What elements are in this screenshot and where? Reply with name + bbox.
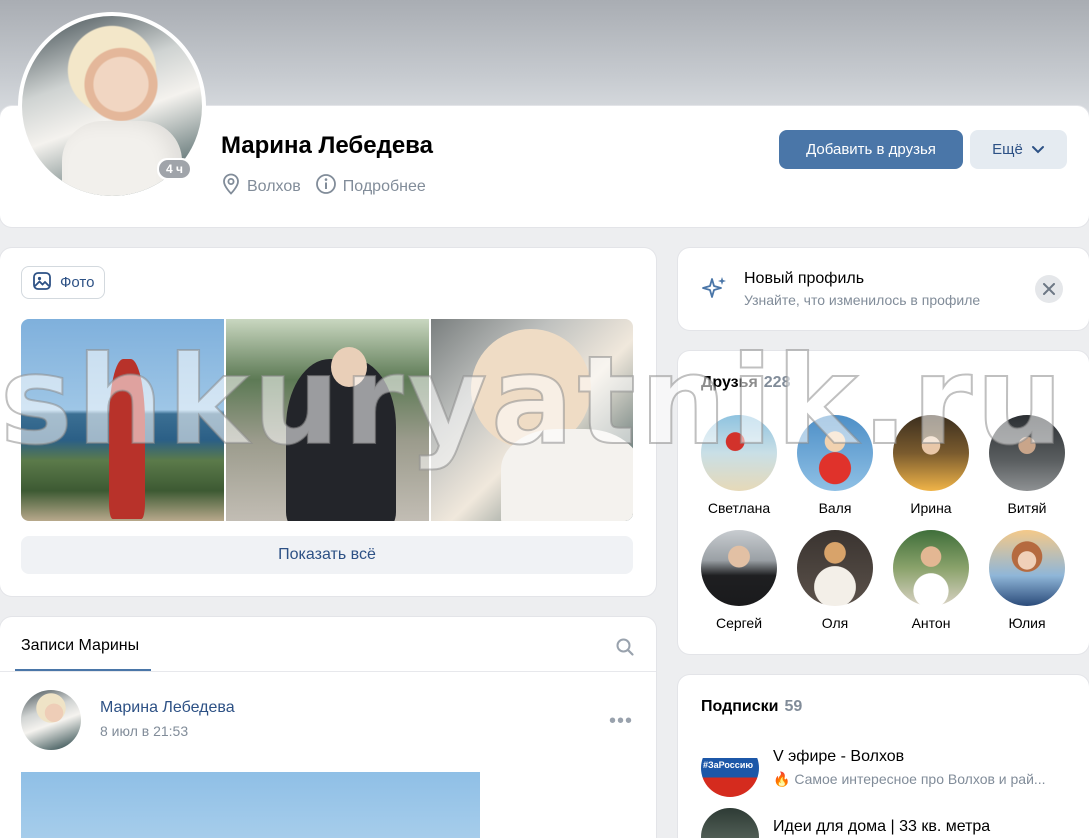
photo-thumbnail[interactable] xyxy=(21,319,224,521)
friend-avatar xyxy=(797,415,873,491)
new-profile-banner[interactable] xyxy=(678,248,1089,330)
more-label: Ещё xyxy=(992,141,1023,158)
new-profile-title: Новый профиль xyxy=(744,270,865,287)
search-icon[interactable] xyxy=(615,637,635,662)
add-friend-button[interactable]: Добавить в друзья xyxy=(779,130,963,169)
friend-name: Юлия xyxy=(1008,615,1046,631)
friend-name: Валя xyxy=(818,500,852,516)
chevron-down-icon xyxy=(1031,141,1045,158)
location-pin-icon xyxy=(221,173,241,200)
subscription-description: 🔥 Самое интересное про Волхов и рай... xyxy=(773,771,1046,787)
subscriptions-header[interactable]: Подписки 59 xyxy=(701,698,802,716)
friend-item[interactable]: Сергей xyxy=(691,530,787,631)
friend-name: Витяй xyxy=(1007,500,1047,516)
friend-item[interactable]: Юлия xyxy=(979,530,1075,631)
profile-meta: Волхов Подробнее xyxy=(221,173,426,200)
subscriptions-count: 59 xyxy=(784,698,803,715)
friend-item[interactable]: Валя xyxy=(787,415,883,516)
photo-thumbnail[interactable] xyxy=(431,319,633,521)
city-info[interactable]: Волхов xyxy=(221,173,301,200)
tab-photos-label: Фото xyxy=(60,274,95,291)
friend-item[interactable]: Витяй xyxy=(979,415,1075,516)
friend-avatar xyxy=(701,530,777,606)
tab-posts[interactable]: Записи Марины xyxy=(21,637,139,655)
photo-thumbnail[interactable] xyxy=(226,319,429,521)
tab-photos[interactable]: Фото xyxy=(21,266,106,299)
friend-avatar xyxy=(797,530,873,606)
image-icon xyxy=(32,271,52,295)
friend-name: Сергей xyxy=(715,615,763,631)
friend-avatar xyxy=(701,415,777,491)
subscription-avatar[interactable]: #ЗаРоссию xyxy=(701,739,759,797)
post-author-name[interactable]: Марина Лебедева xyxy=(100,699,235,717)
more-options-icon[interactable]: ••• xyxy=(609,710,633,733)
show-all-photos-button[interactable]: Показать всё xyxy=(21,536,633,574)
friend-item[interactable]: Антон xyxy=(883,530,979,631)
friend-name: Светлана xyxy=(707,500,771,516)
last-seen-badge: 4 ч xyxy=(157,158,192,180)
post-image[interactable] xyxy=(21,772,480,838)
friend-avatar xyxy=(893,530,969,606)
info-icon xyxy=(315,173,337,200)
friend-item[interactable]: Ирина xyxy=(883,415,979,516)
friend-avatar xyxy=(893,415,969,491)
friend-item[interactable]: Оля xyxy=(787,530,883,631)
profile-name: Марина Лебедева xyxy=(221,132,433,159)
details-link[interactable]: Подробнее xyxy=(315,173,426,200)
subscriptions-title: Подписки xyxy=(701,698,779,715)
subscription-name[interactable]: V эфире - Волхов xyxy=(773,748,904,766)
friend-avatar xyxy=(989,415,1065,491)
friend-item[interactable]: Светлана xyxy=(691,415,787,516)
friend-name: Оля xyxy=(821,615,849,631)
friend-name: Антон xyxy=(911,615,951,631)
post-author-avatar[interactable] xyxy=(21,690,81,750)
subscription-badge: #ЗаРоссию xyxy=(703,760,754,770)
friend-name: Ирина xyxy=(910,500,952,516)
close-icon[interactable] xyxy=(1035,275,1063,303)
city-label: Волхов xyxy=(247,177,301,195)
sparkles-icon xyxy=(701,275,729,308)
subscription-name[interactable]: Идеи для дома | 33 кв. метра xyxy=(773,818,990,836)
friends-title: Друзья xyxy=(701,374,758,391)
post-date[interactable]: 8 июл в 21:53 xyxy=(100,723,188,739)
friends-count: 228 xyxy=(763,374,791,391)
more-actions-button[interactable]: Ещё xyxy=(970,130,1067,169)
new-profile-subtitle: Узнайте, что изменилось в профиле xyxy=(744,292,981,308)
divider xyxy=(0,671,656,672)
friends-header[interactable]: Друзья 228 xyxy=(701,374,790,392)
friend-avatar xyxy=(989,530,1065,606)
details-label: Подробнее xyxy=(342,177,426,195)
